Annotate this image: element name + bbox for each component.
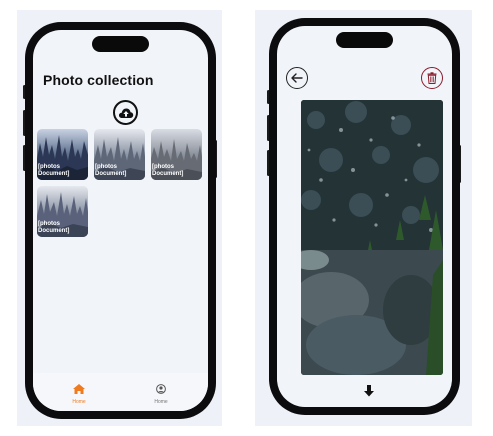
cloud-upload-icon [118, 108, 133, 118]
phone-left: Photo collection [photos Document] [photo… [25, 22, 216, 419]
download-button[interactable] [363, 382, 375, 401]
bottom-tab-bar: Home Home [33, 373, 208, 411]
upload-button[interactable] [113, 100, 138, 125]
tab-home[interactable]: Home [59, 379, 99, 405]
page-title: Photo collection [43, 72, 154, 88]
photo-thumbnail[interactable]: [photos Document] [37, 186, 88, 237]
photo-caption: [photos Document] [95, 164, 127, 177]
user-icon [156, 384, 166, 394]
phone-right [269, 18, 460, 415]
arrow-down-icon [364, 385, 374, 397]
back-button[interactable] [286, 67, 308, 89]
home-icon [73, 384, 85, 394]
photo-caption: [photos Document] [152, 164, 184, 177]
tab-profile-label: Home [154, 399, 168, 405]
photo-caption: [photos Document] [38, 221, 70, 234]
tab-home-label: Home [72, 399, 86, 405]
trash-icon [427, 72, 437, 84]
photo-thumbnail[interactable]: [photos Document] [94, 129, 145, 180]
tab-profile[interactable]: Home [141, 379, 181, 405]
delete-button[interactable] [421, 67, 443, 89]
selected-photo [301, 100, 443, 375]
photo-caption: [photos Document] [38, 164, 70, 177]
forest-photo-large [301, 100, 443, 375]
photo-thumbnail[interactable]: [photos Document] [151, 129, 202, 180]
dynamic-island [92, 36, 149, 52]
photo-thumbnail[interactable]: [photos Document] [37, 129, 88, 180]
dynamic-island [336, 32, 393, 48]
photo-detail-screen [277, 26, 452, 407]
arrow-left-icon [291, 73, 303, 83]
gallery-screen: Photo collection [photos Document] [photo… [33, 30, 208, 411]
